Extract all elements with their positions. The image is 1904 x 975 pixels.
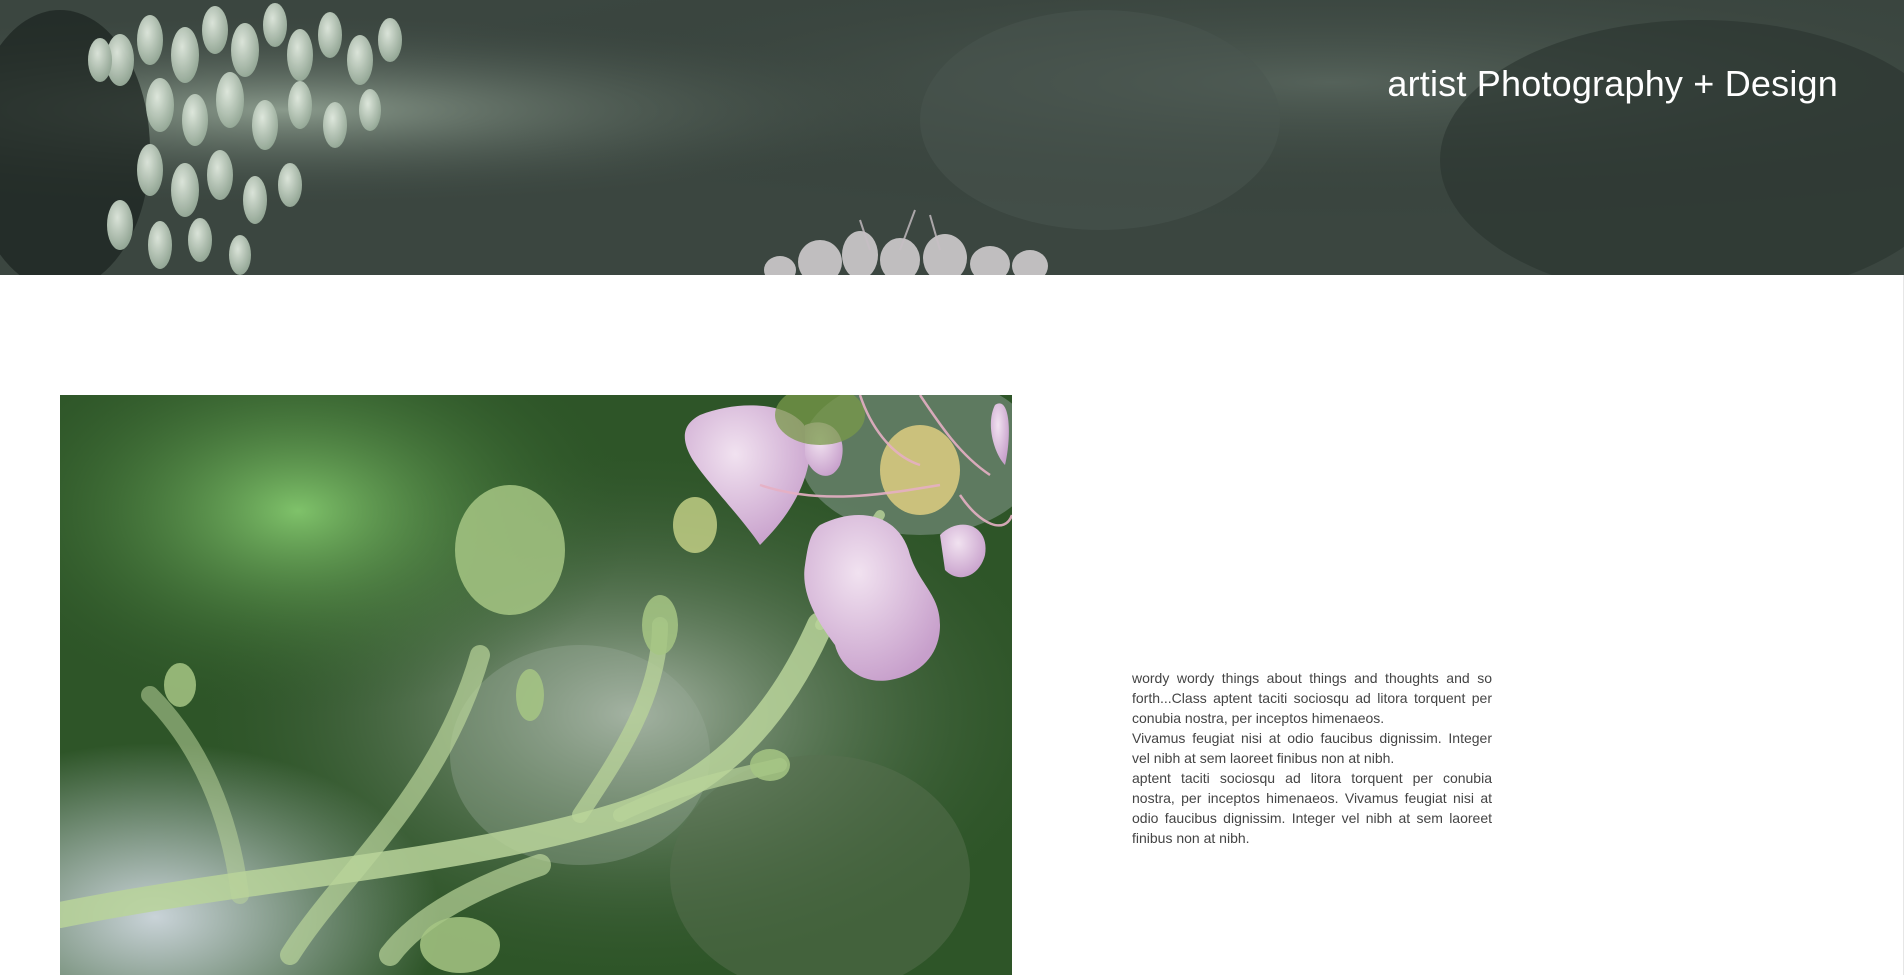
flower-photo-icon [60, 395, 1012, 975]
featured-photo [60, 395, 1012, 975]
hero-background-photo [0, 0, 1904, 275]
intro-paragraph-2: Vivamus feugiat nisi at odio faucibus di… [1132, 730, 1492, 766]
intro-paragraph-1: wordy wordy things about things and thou… [1132, 670, 1492, 726]
hero-banner: artist Photography + Design [0, 0, 1904, 275]
site-title: artist Photography + Design [1387, 63, 1838, 104]
intro-text: wordy wordy things about things and thou… [1132, 668, 1492, 848]
page: artist Photography + Design wordy wordy … [0, 0, 1904, 975]
intro-paragraph-3: aptent taciti sociosqu ad litora torquen… [1132, 770, 1492, 846]
